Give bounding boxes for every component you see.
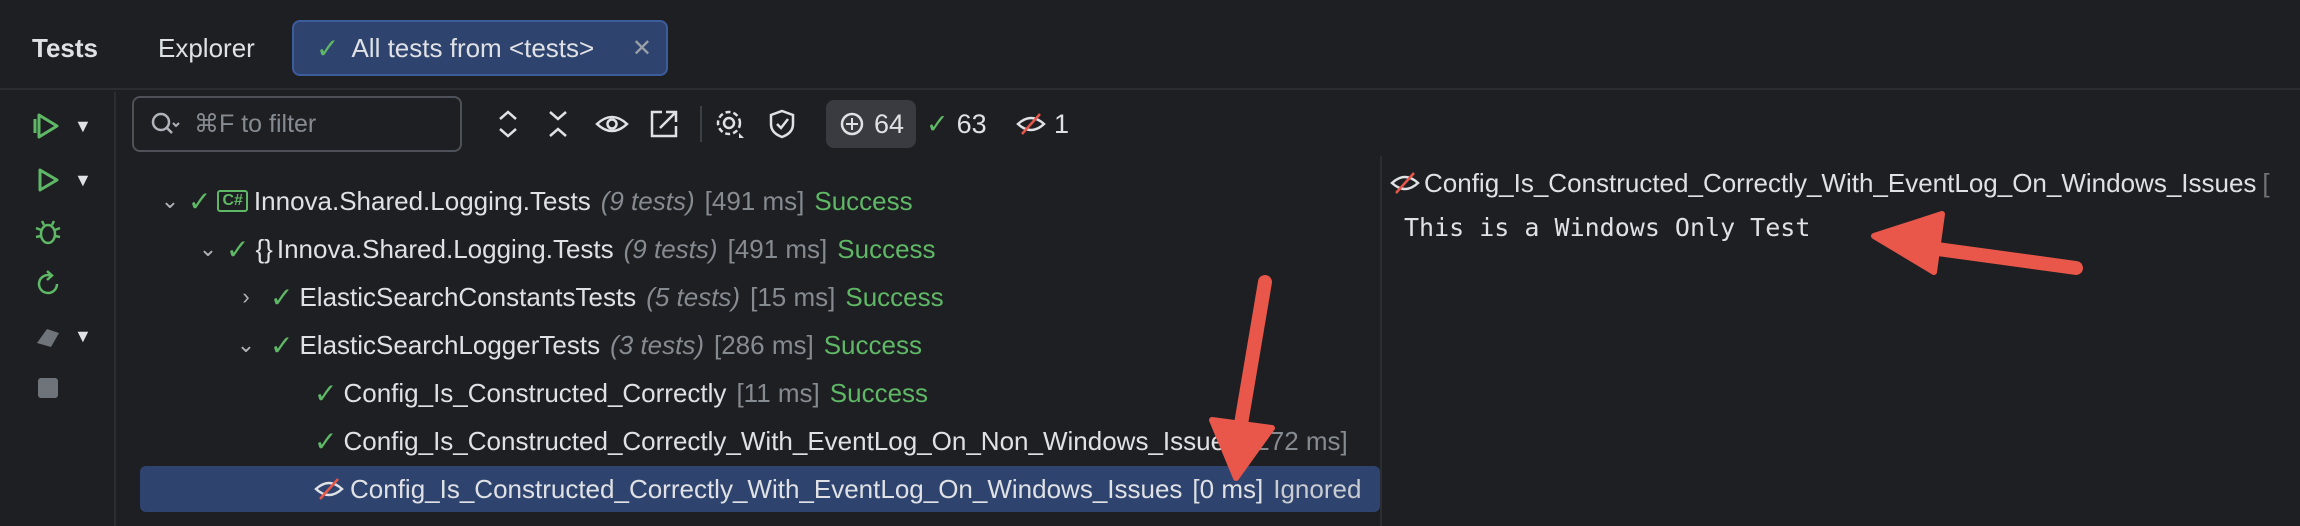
- chevron-down-icon[interactable]: ▼: [74, 326, 92, 347]
- tree-row-status: Success: [814, 185, 913, 216]
- check-icon: ✓: [316, 32, 340, 64]
- chevron-down-icon[interactable]: ⌄: [196, 236, 220, 262]
- check-icon: ✓: [188, 185, 212, 217]
- tree-row-status: Ignored: [1273, 473, 1362, 504]
- tree-row-time: [0 ms]: [1192, 473, 1264, 504]
- total-tests-counter[interactable]: 64: [826, 100, 917, 148]
- tool-window-header: Tests Explorer ✓ All tests from <tests> …: [0, 0, 2300, 90]
- tree-row-label: Config_Is_Constructed_Correctly_With_Eve…: [350, 473, 1183, 504]
- tree-row-label: ElasticSearchLoggerTests: [299, 329, 601, 360]
- ignored-count: 1: [1054, 108, 1070, 139]
- tree-row-label: Config_Is_Constructed_Correctly: [343, 377, 727, 408]
- collapse-all-icon[interactable]: [538, 104, 578, 144]
- tree-row-time: [286 ms]: [714, 329, 814, 360]
- tree-row-status: Success: [823, 329, 922, 360]
- test-toolbar: ⌘F to filter 64 ✓ 63 1: [118, 92, 2300, 156]
- tree-row-label: Config_Is_Constructed_Correctly_With_Eve…: [343, 425, 1239, 456]
- settings-icon[interactable]: [710, 104, 750, 144]
- left-toolbar: ▼ ▼ ▼: [0, 92, 116, 526]
- tree-row-time: [491 ms]: [704, 185, 805, 216]
- passed-tests-counter[interactable]: ✓ 63: [926, 100, 987, 148]
- output-title: Config_Is_Constructed_Correctly_With_Eve…: [1390, 160, 2270, 206]
- tree-row-status: Success: [837, 233, 936, 264]
- chevron-down-icon[interactable]: ▼: [74, 170, 92, 191]
- check-icon: ✓: [926, 108, 949, 139]
- show-icon[interactable]: [592, 104, 632, 144]
- tree-row-label: ElasticSearchConstantsTests: [299, 281, 637, 312]
- tab-tests[interactable]: Tests: [32, 20, 98, 76]
- tree-row-project[interactable]: ⌄ ✓ C# Innova.Shared.Logging.Tests (9 te…: [118, 178, 1380, 224]
- tree-row-namespace[interactable]: ⌄ ✓ {} Innova.Shared.Logging.Tests (9 te…: [118, 226, 1380, 272]
- tree-row-label: Innova.Shared.Logging.Tests: [276, 233, 614, 264]
- namespace-icon: {}: [255, 233, 273, 264]
- check-icon: ✓: [314, 377, 338, 409]
- tree-row-time: [272 ms]: [1248, 425, 1348, 456]
- expand-all-icon[interactable]: [488, 104, 528, 144]
- stop-icon[interactable]: [30, 370, 66, 406]
- ignored-icon: [1390, 172, 1420, 194]
- close-icon[interactable]: ✕: [632, 34, 652, 63]
- chevron-down-icon[interactable]: ⌄: [158, 188, 182, 214]
- tree-row-test[interactable]: ✓ Config_Is_Constructed_Correctly [11 ms…: [118, 370, 1380, 416]
- chevron-down-icon[interactable]: ▼: [74, 116, 92, 137]
- csharp-project-icon: C#: [217, 190, 248, 212]
- chevron-down-icon[interactable]: ⌄: [234, 332, 258, 358]
- tree-row-time: [491 ms]: [727, 233, 828, 264]
- tree-row-status: Success: [845, 281, 944, 312]
- tree-row-count: (3 tests): [610, 329, 704, 360]
- tree-row-time: [15 ms]: [750, 281, 836, 312]
- check-icon: ✓: [226, 233, 250, 265]
- ignored-icon: [314, 478, 344, 500]
- total-count: 64: [874, 108, 905, 139]
- chevron-right-icon[interactable]: ›: [234, 284, 258, 310]
- run-icon[interactable]: [30, 162, 66, 198]
- toolbar-separator: [700, 106, 702, 142]
- tree-row-label: Innova.Shared.Logging.Tests: [253, 185, 591, 216]
- tree-row-test[interactable]: ✓ Config_Is_Constructed_Correctly_With_E…: [118, 418, 1380, 464]
- ignored-tests-counter[interactable]: 1: [1016, 100, 1069, 148]
- passed-count: 63: [956, 108, 987, 139]
- run-all-icon[interactable]: [30, 108, 66, 144]
- check-icon: ✓: [270, 329, 294, 361]
- debug-icon[interactable]: [30, 214, 66, 250]
- tree-row-class[interactable]: ⌄ ✓ ElasticSearchLoggerTests (3 tests) […: [118, 322, 1380, 368]
- tree-row-count: (9 tests): [600, 185, 695, 216]
- export-icon[interactable]: [644, 104, 684, 144]
- tab-explorer[interactable]: Explorer: [158, 20, 255, 76]
- output-test-name: Config_Is_Constructed_Correctly_With_Eve…: [1424, 167, 2257, 198]
- coverage-icon[interactable]: [30, 318, 66, 354]
- check-icon: ✓: [314, 425, 338, 457]
- tests-icon: [840, 112, 864, 136]
- tree-row-count: (9 tests): [623, 233, 718, 264]
- tree-row-time: [11 ms]: [736, 377, 820, 408]
- tree-row-class[interactable]: › ✓ ElasticSearchConstantsTests (5 tests…: [118, 274, 1380, 320]
- output-title-tail: [: [2262, 167, 2270, 198]
- rerun-icon[interactable]: [30, 266, 66, 302]
- tab-session-label: All tests from <tests>: [351, 32, 595, 63]
- output-text[interactable]: This is a Windows Only Test: [1404, 204, 1810, 250]
- tab-all-tests-session[interactable]: ✓ All tests from <tests> ✕: [292, 20, 668, 76]
- ignored-icon: [1016, 113, 1046, 135]
- test-tree: ⌄ ✓ C# Innova.Shared.Logging.Tests (9 te…: [118, 156, 1380, 526]
- check-icon: ✓: [270, 281, 294, 313]
- tree-row-status: Success: [829, 377, 929, 408]
- track-tests-icon[interactable]: [762, 104, 802, 144]
- search-icon: [151, 112, 180, 134]
- filter-input[interactable]: ⌘F to filter: [132, 96, 462, 152]
- test-output-panel: Config_Is_Constructed_Correctly_With_Eve…: [1382, 156, 2300, 526]
- filter-placeholder: ⌘F to filter: [194, 110, 317, 138]
- tree-row-count: (5 tests): [646, 281, 741, 312]
- tree-row-test-selected[interactable]: Config_Is_Constructed_Correctly_With_Eve…: [140, 466, 1380, 512]
